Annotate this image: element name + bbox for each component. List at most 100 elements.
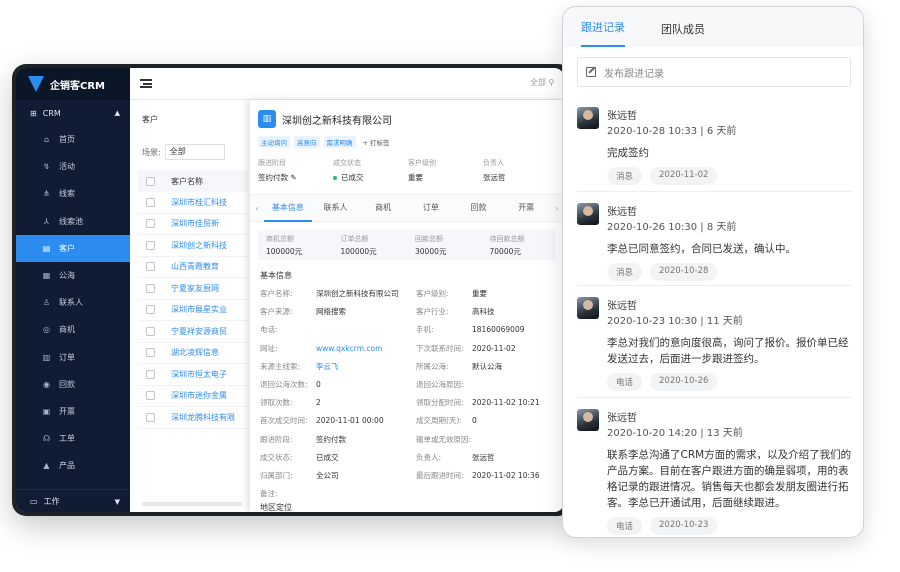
field-label: 手机: xyxy=(416,325,434,335)
customer-name-link[interactable]: 宁夏家友厨网 xyxy=(171,283,219,294)
sidebar-item[interactable]: ▤ 客户 xyxy=(16,234,130,262)
scene-select[interactable]: 全部 xyxy=(164,144,225,160)
info-field: 归属部门: 全公司 xyxy=(260,470,339,481)
customer-name-link[interactable]: 深圳创之新科技 xyxy=(171,240,227,251)
sidebar-item[interactable]: ◉ 回款 xyxy=(16,371,130,398)
chevron-left-icon[interactable]: ‹ xyxy=(250,204,264,213)
table-row[interactable]: 深圳市展星实业 xyxy=(138,300,248,321)
status-dot-icon xyxy=(333,176,337,180)
amount-value: 100000元 xyxy=(266,246,303,256)
row-checkbox[interactable] xyxy=(146,391,155,401)
record-chip: 2020-10-26 xyxy=(650,373,718,391)
horizontal-scrollbar[interactable] xyxy=(142,502,242,506)
detail-tab[interactable]: 订单 xyxy=(407,194,455,222)
field-label: 退回公海原因: xyxy=(416,380,464,389)
follow-tab[interactable]: 跟进记录 xyxy=(581,19,625,47)
add-tag-button[interactable]: + 打标签 xyxy=(360,136,393,148)
sidebar-item[interactable]: ▣ 开票 xyxy=(16,398,130,425)
table-row[interactable]: 宁夏祥安源商贸 xyxy=(138,321,248,343)
sidebar-item[interactable]: ▦ 公海 xyxy=(16,262,130,289)
field-value: 签约付款 xyxy=(316,434,346,444)
follow-input-placeholder: 发布跟进记录 xyxy=(604,68,664,80)
sidebar-item-label: 客户 xyxy=(59,243,75,253)
field-value: 网络搜索 xyxy=(316,307,346,317)
follow-tab[interactable]: 团队成员 xyxy=(661,21,705,47)
table-row[interactable]: 湖北凌辉信息 xyxy=(138,343,248,364)
sidebar-group-work[interactable]: ▭ 工作 ▼ xyxy=(16,489,130,512)
row-checkbox[interactable] xyxy=(146,369,155,379)
detail-tab[interactable]: 开票 xyxy=(502,194,550,222)
avatar xyxy=(577,297,599,319)
sidebar-item[interactable]: ☊ 工单 xyxy=(16,425,130,452)
amount-label: 待回款总额 xyxy=(489,234,525,243)
table-row[interactable]: 山西青霞教育 xyxy=(138,257,248,278)
row-checkbox[interactable] xyxy=(146,262,155,272)
row-checkbox[interactable] xyxy=(146,348,155,358)
table-row[interactable]: 深圳创之新科技 xyxy=(138,235,248,257)
home-icon: ⌂ xyxy=(43,135,50,145)
row-checkbox[interactable] xyxy=(146,326,155,336)
sidebar-item[interactable]: ▥ 订单 xyxy=(16,344,130,371)
field-value: 18160069009 xyxy=(472,325,525,335)
amount-item: 待回款总额 70000元 xyxy=(482,234,557,257)
search-icon: ⚲ xyxy=(548,78,555,87)
customer-name-link[interactable]: 深圳龙腾科技有限 xyxy=(171,412,235,423)
customer-name-link[interactable]: 深圳市桂汇科技 xyxy=(171,197,227,208)
field-label: 电话: xyxy=(260,325,278,335)
field-value: 2020-11-02 xyxy=(472,343,516,353)
customer-name-link[interactable]: 深圳市恒太电子 xyxy=(171,369,227,380)
summary-item: 负责人 张远哲 xyxy=(483,158,558,183)
customer-name-link[interactable]: 山西青霞教育 xyxy=(171,261,219,272)
sidebar-group-crm[interactable]: ⊞ CRM ▲ xyxy=(16,100,130,126)
info-field: 所属公海: 默认公海 xyxy=(416,361,502,372)
customer-name-link[interactable]: 宁夏祥安源商贸 xyxy=(171,326,227,337)
customer-name-link[interactable]: 深圳市展星实业 xyxy=(171,304,227,315)
info-field: 成交周期(天): 0 xyxy=(416,415,477,426)
field-value: 深圳创之新科技有限公司 xyxy=(316,289,399,298)
avatar xyxy=(577,107,599,129)
field-link[interactable]: www.qxkcrm.com xyxy=(316,344,382,353)
sidebar-item[interactable]: ◎ 商机 xyxy=(16,316,130,343)
row-checkbox[interactable] xyxy=(146,283,155,293)
sidebar-item-label: 线索 xyxy=(59,189,75,199)
table-row[interactable]: 深圳龙腾科技有限 xyxy=(138,407,248,429)
table-row[interactable]: 深圳市桂汇科技 xyxy=(138,192,248,214)
row-checkbox[interactable] xyxy=(146,219,155,229)
sidebar-item[interactable]: ⋔ 线索 xyxy=(16,180,130,207)
detail-tab[interactable]: 商机 xyxy=(359,194,407,222)
info-field: 领取分配时间: 2020-11-02 10:21 xyxy=(416,397,540,408)
sidebar-item[interactable]: ▲ 产品 xyxy=(16,452,130,479)
customer-name-link[interactable]: 深圳市迷你金属 xyxy=(171,390,227,401)
table-row[interactable]: 深圳市佳贸新 xyxy=(138,214,248,235)
row-checkbox[interactable] xyxy=(146,197,155,207)
sidebar-item[interactable]: ⌂ 首页 xyxy=(16,126,130,153)
field-link[interactable]: 李云飞 xyxy=(316,362,339,371)
info-field: 最后跟进时间: 2020-11-02 10:36 xyxy=(416,470,540,481)
table-row[interactable]: 深圳市迷你金属 xyxy=(138,386,248,407)
sidebar-item[interactable]: ⅄ 线索池 xyxy=(16,208,130,235)
select-all-checkbox[interactable] xyxy=(146,176,155,186)
row-checkbox[interactable] xyxy=(146,305,155,315)
record-chip: 2020-10-23 xyxy=(650,517,718,535)
breadcrumb: 客户 xyxy=(142,115,158,124)
detail-tab[interactable]: 基本信息 xyxy=(264,194,312,222)
laptop-frame: 企销客CRM ⊞ CRM ▲ ⌂ 首页 ↯ 活动 ⋔ 线索 ⅄ 线索池 ▤ 客户 ▦ 公海 ♙ 联系人 ◎ 商… xyxy=(12,64,572,516)
global-search[interactable]: 全部 ⚲ xyxy=(530,77,554,88)
row-checkbox[interactable] xyxy=(146,240,155,250)
follow-record-input[interactable]: 发布跟进记录 xyxy=(577,57,851,87)
table-row[interactable]: 深圳市恒太电子 xyxy=(138,364,248,386)
detail-tab[interactable]: 回款 xyxy=(455,194,503,222)
sidebar-item[interactable]: ↯ 活动 xyxy=(16,153,130,180)
customer-name-link[interactable]: 湖北凌辉信息 xyxy=(171,347,219,358)
menu-icon[interactable] xyxy=(140,79,152,88)
sidebar-item[interactable]: ♙ 联系人 xyxy=(16,289,130,316)
order-icon: ▥ xyxy=(42,352,51,362)
customer-name-link[interactable]: 深圳市佳贸新 xyxy=(171,218,219,229)
payment-icon: ◉ xyxy=(43,379,50,389)
summary-label: 客户级别 xyxy=(408,159,436,167)
record-divider xyxy=(577,285,851,286)
table-row[interactable]: 宁夏家友厨网 xyxy=(138,278,248,300)
ticket-icon: ☊ xyxy=(42,434,51,444)
row-checkbox[interactable] xyxy=(146,412,155,422)
detail-tab[interactable]: 联系人 xyxy=(312,194,360,222)
